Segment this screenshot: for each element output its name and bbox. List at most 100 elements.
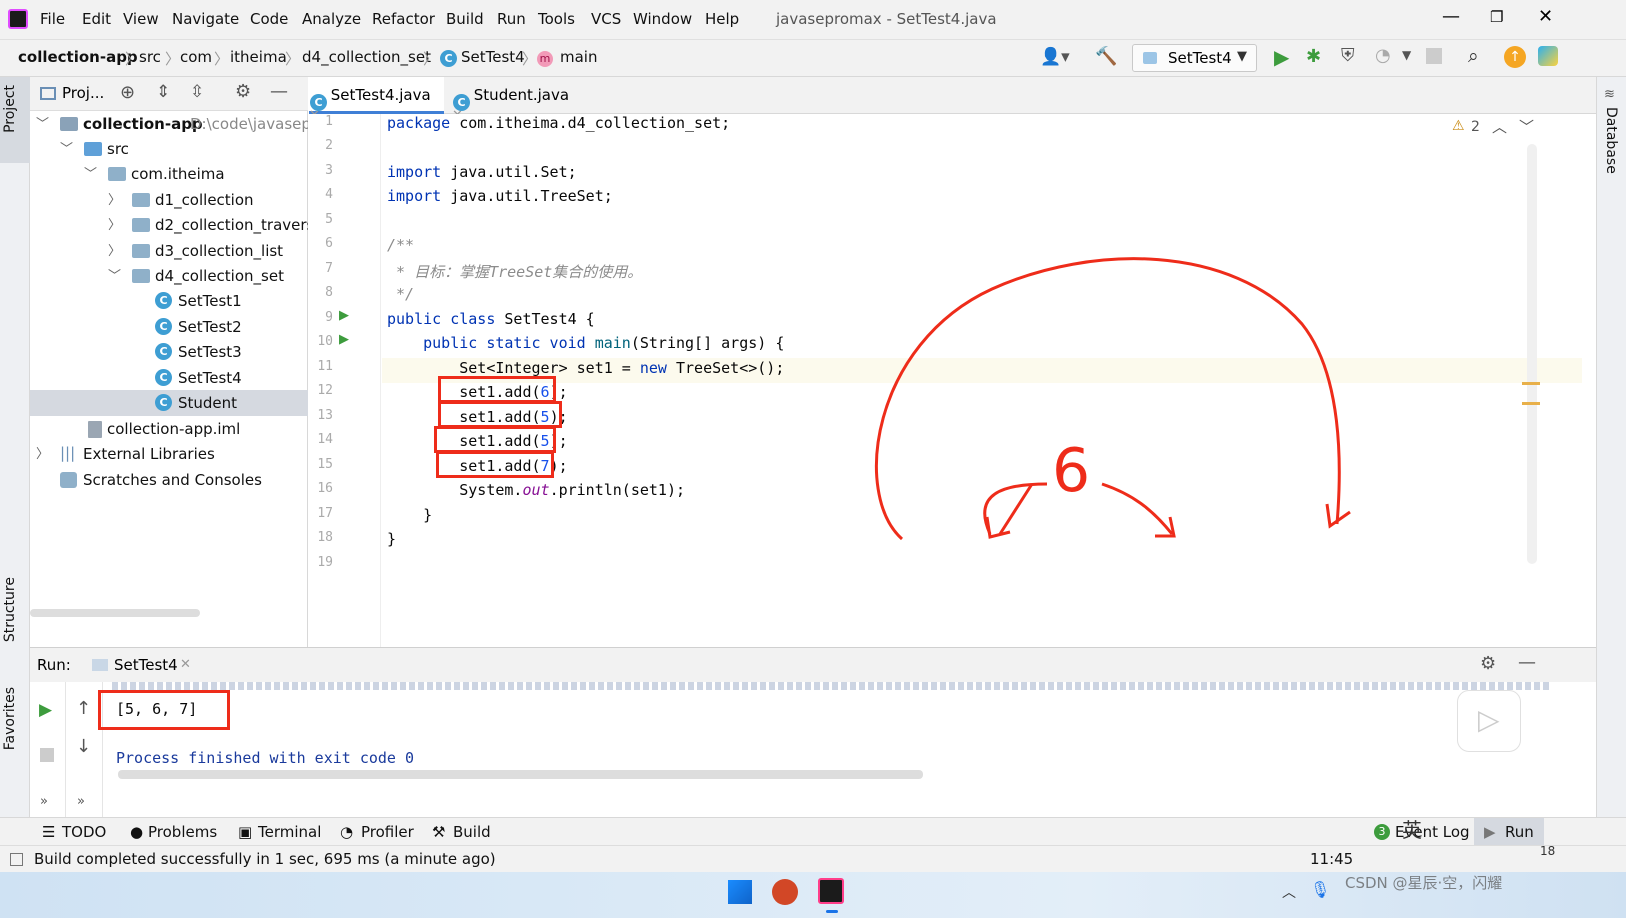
profile-icon[interactable]: ◔: [1375, 45, 1391, 66]
left-tool-strip: Project Structure Favorites: [0, 77, 30, 817]
tab-profiler[interactable]: Profiler: [361, 823, 414, 841]
restore-icon[interactable]: ❐: [1490, 8, 1503, 26]
breadcrumb-com[interactable]: com: [180, 48, 212, 66]
code-editor[interactable]: package com.itheima.d4_collection_set; i…: [382, 114, 1582, 647]
run-hide-icon[interactable]: —: [1518, 652, 1536, 673]
status-toggle-icon[interactable]: [10, 853, 23, 866]
rerun-icon[interactable]: ▶: [39, 700, 52, 720]
menu-run[interactable]: Run: [497, 10, 526, 28]
stop-run-icon[interactable]: [40, 748, 54, 762]
tab-settest4[interactable]: C SetTest4.java ✕: [309, 77, 444, 123]
tab-student[interactable]: C Student.java ✕: [452, 77, 582, 123]
debug-icon[interactable]: ✱: [1306, 46, 1321, 67]
run-icon[interactable]: ▶: [1274, 45, 1289, 69]
prev-highlight-icon[interactable]: ︿: [1492, 116, 1507, 137]
breadcrumb-src[interactable]: src: [139, 48, 161, 66]
structure-tool-tab[interactable]: Structure: [2, 577, 18, 642]
powerpoint-icon[interactable]: [772, 879, 798, 905]
menu-help[interactable]: Help: [705, 10, 739, 28]
menu-navigate[interactable]: Navigate: [172, 10, 239, 28]
tree-item-scratches[interactable]: Scratches and Consoles: [30, 467, 308, 493]
build-hammer-icon[interactable]: 🔨: [1095, 46, 1117, 67]
play-icon[interactable]: ▷: [1478, 703, 1500, 736]
video-play-overlay[interactable]: ▷: [1457, 690, 1521, 752]
intellij-taskbar-icon[interactable]: [818, 878, 844, 904]
search-icon[interactable]: ⌕: [1468, 45, 1479, 67]
horizontal-scrollbar[interactable]: [30, 609, 200, 617]
warning-icon[interactable]: ⚠: [1452, 118, 1465, 134]
run-settings-gear-icon[interactable]: ⚙: [1480, 653, 1496, 674]
tree-item-src[interactable]: ﹀ src: [30, 136, 308, 162]
tree-item-package[interactable]: ﹀ com.itheima: [30, 161, 308, 187]
tree-item-settest2[interactable]: C SetTest2: [30, 314, 308, 340]
scroll-up-icon[interactable]: ↑: [76, 698, 91, 719]
vertical-scrollbar[interactable]: [1527, 144, 1537, 564]
close-run-tab-icon[interactable]: ✕: [180, 657, 191, 672]
tray-chevron-icon[interactable]: ︿: [1282, 882, 1296, 902]
breadcrumb-class[interactable]: SetTest4: [461, 48, 525, 66]
tab-build[interactable]: Build: [453, 823, 491, 841]
collapse-all-icon[interactable]: ⇳: [190, 82, 204, 102]
menu-window[interactable]: Window: [633, 10, 692, 28]
tree-item-d1[interactable]: 〉 d1_collection: [30, 187, 308, 213]
menu-build[interactable]: Build: [446, 10, 484, 28]
run-class-icon[interactable]: ▶: [339, 308, 349, 323]
tree-item-settest4[interactable]: C SetTest4: [30, 365, 308, 391]
tree-root[interactable]: ﹀ collection-app D:\code\javasep: [30, 111, 308, 137]
tab-run[interactable]: Run: [1505, 823, 1534, 841]
user-icon[interactable]: 👤▾: [1040, 47, 1070, 67]
breadcrumb-method[interactable]: main: [560, 48, 597, 66]
menu-view[interactable]: View: [123, 10, 159, 28]
windows-start-icon[interactable]: [728, 880, 752, 904]
scroll-down-icon[interactable]: ↓: [76, 736, 91, 757]
close-window-icon[interactable]: ✕: [1538, 6, 1553, 27]
tree-item-d2[interactable]: 〉 d2_collection_travers: [30, 212, 308, 238]
ime-indicator[interactable]: 英: [1402, 814, 1422, 843]
gear-icon[interactable]: ⚙: [235, 81, 251, 102]
tree-item-settest1[interactable]: C SetTest1: [30, 288, 308, 314]
breadcrumb-itheima[interactable]: itheima: [230, 48, 287, 66]
run-main-icon[interactable]: ▶: [339, 332, 349, 347]
tab-terminal[interactable]: Terminal: [258, 823, 321, 841]
tree-item-settest3[interactable]: C SetTest3: [30, 339, 308, 365]
more-run-icon[interactable]: ▼: [1402, 48, 1411, 62]
tab-todo[interactable]: TODO: [62, 823, 106, 841]
project-panel: Proj... ⊕ ⇕ ⇳ ⚙ — ﹀ collection-app D:\co…: [30, 77, 308, 647]
tree-item-libraries[interactable]: 〉 ||| External Libraries: [30, 441, 308, 467]
toolbox-icon[interactable]: [1538, 46, 1558, 66]
menu-analyze[interactable]: Analyze: [302, 10, 361, 28]
menu-vcs[interactable]: VCS: [591, 10, 621, 28]
database-tool-tab[interactable]: Database: [1603, 107, 1619, 174]
breadcrumb-package[interactable]: d4_collection_set: [302, 48, 431, 66]
project-tool-tab[interactable]: Project: [2, 85, 18, 133]
tree-label: d2_collection_travers: [155, 216, 308, 234]
tree-item-d4[interactable]: ﹀ d4_collection_set: [30, 263, 308, 289]
more-nav-icon[interactable]: »: [77, 794, 85, 809]
project-view-select[interactable]: Proj...: [62, 84, 104, 102]
tree-item-d3[interactable]: 〉 d3_collection_list: [30, 238, 308, 264]
hide-panel-icon[interactable]: —: [270, 81, 288, 102]
favorites-tool-tab[interactable]: Favorites: [2, 687, 18, 750]
next-highlight-icon[interactable]: ﹀: [1519, 116, 1534, 137]
expand-all-icon[interactable]: ⇕: [156, 82, 170, 102]
menu-code[interactable]: Code: [250, 10, 288, 28]
tab-problems[interactable]: Problems: [148, 823, 217, 841]
more-actions-icon[interactable]: »: [40, 794, 48, 809]
tree-item-student[interactable]: C Student: [30, 390, 308, 416]
locate-icon[interactable]: ⊕: [120, 82, 135, 103]
microphone-icon[interactable]: 🎙: [1310, 880, 1330, 899]
menu-refactor[interactable]: Refactor: [372, 10, 435, 28]
stop-icon[interactable]: [1426, 48, 1442, 64]
menu-file[interactable]: File: [40, 10, 65, 28]
menu-tools[interactable]: Tools: [538, 10, 575, 28]
run-tab[interactable]: SetTest4: [114, 656, 178, 674]
project-view-icon: [40, 87, 56, 100]
minimize-icon[interactable]: —: [1442, 6, 1460, 27]
coverage-icon[interactable]: ⛨: [1341, 45, 1355, 66]
update-icon[interactable]: ↑: [1504, 46, 1526, 68]
menu-edit[interactable]: Edit: [82, 10, 111, 28]
breadcrumb-project[interactable]: collection-app: [18, 48, 138, 66]
console-scrollbar[interactable]: [118, 770, 923, 779]
tree-item-iml[interactable]: collection-app.iml: [30, 416, 308, 442]
run-config-select[interactable]: SetTest4 ▼: [1132, 44, 1257, 72]
